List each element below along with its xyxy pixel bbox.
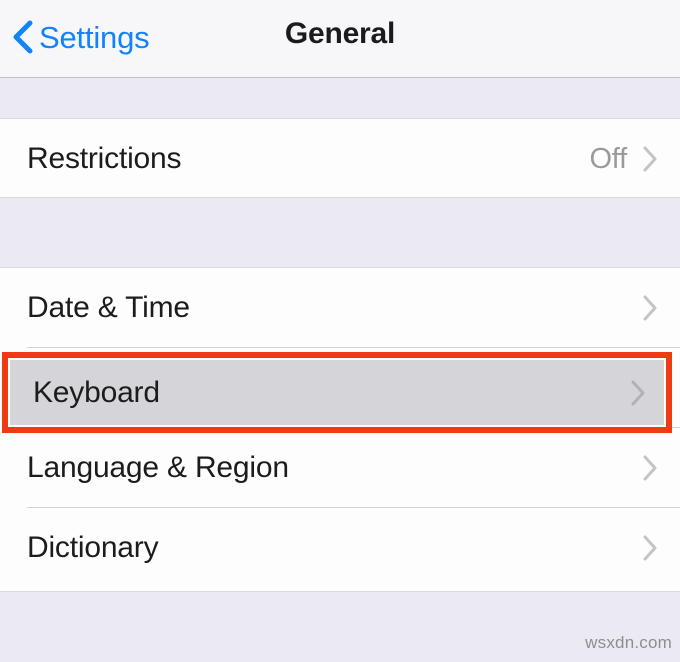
row-label: Dictionary [27,531,159,564]
chevron-right-icon [643,146,657,172]
chevron-right-icon [643,455,657,481]
row-accessory [631,360,646,425]
row-accessory [643,268,658,348]
row-label: Restrictions [27,142,182,175]
page-title: General [284,17,396,50]
list-item-restrictions[interactable]: Restrictions Off [0,119,680,199]
list-item-keyboard-selected[interactable]: Keyboard [10,360,664,425]
row-accessory [643,428,658,508]
chevron-right-icon [643,295,657,321]
row-label: Date & Time [27,291,190,324]
row-accessory [643,508,658,588]
watermark: wsxdn.com [585,633,672,652]
section-gap-middle [0,198,680,267]
list-item-language-and-region[interactable]: Language & Region [0,428,680,508]
chevron-right-icon [643,535,657,561]
keyboard-row-highlight-annotation: Keyboard [2,352,672,433]
list-item-dictionary[interactable]: Dictionary [0,508,680,588]
section-gap-top [0,79,680,118]
row-label: Keyboard [33,375,160,409]
row-label: Language & Region [27,451,289,484]
chevron-right-icon [631,380,645,405]
list-item-date-and-time[interactable]: Date & Time [0,268,680,348]
row-accessory: Off [589,119,658,199]
navigation-bar: Settings General [0,0,680,78]
restrictions-group: Restrictions Off [0,118,680,198]
row-value: Off [589,142,627,175]
